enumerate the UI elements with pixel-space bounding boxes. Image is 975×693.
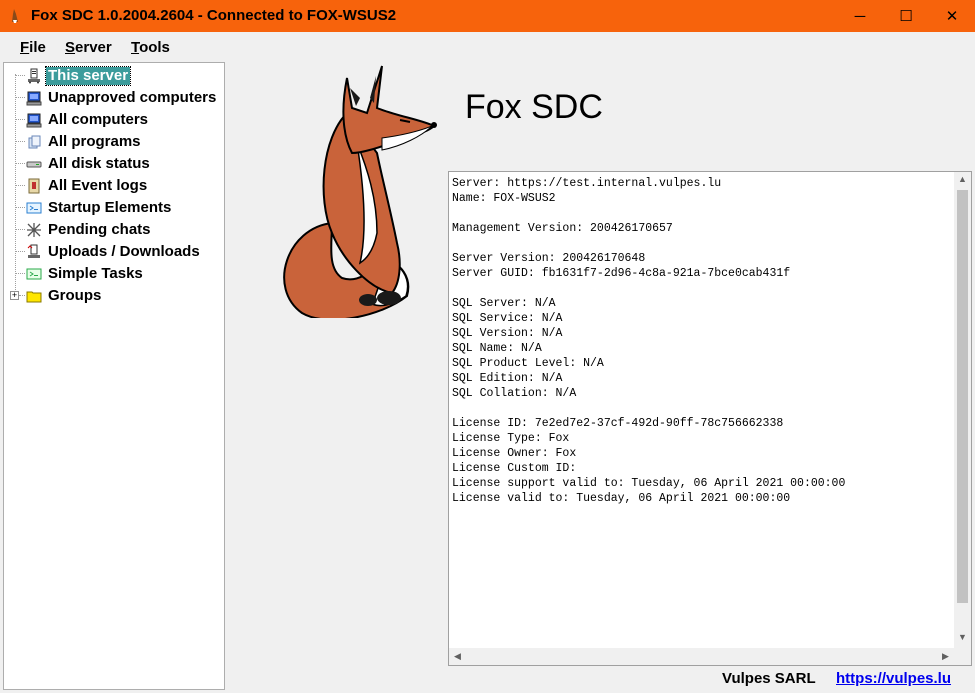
info-line bbox=[452, 281, 845, 296]
tree-item-all-programs[interactable]: All programs bbox=[4, 131, 224, 153]
info-line: Management Version: 200426170657 bbox=[452, 222, 673, 235]
tree-item-groups[interactable]: + Groups bbox=[4, 285, 224, 307]
tree-item-label: Simple Tasks bbox=[48, 265, 143, 282]
menu-tools[interactable]: Tools bbox=[131, 39, 170, 56]
programs-icon bbox=[28, 135, 41, 149]
maximize-icon: ☐ bbox=[899, 8, 913, 25]
info-line: License Owner: Fox bbox=[452, 447, 577, 460]
tree-item-label: This server bbox=[44, 66, 132, 86]
info-line bbox=[452, 401, 845, 416]
tree-item-all-computers[interactable]: All computers bbox=[4, 109, 224, 131]
navigation-tree[interactable]: This server Unapproved computers All com… bbox=[3, 62, 225, 690]
server-info-text: Server: https://test.internal.vulpes.lu N… bbox=[452, 176, 845, 506]
computer-warning-icon bbox=[26, 91, 42, 106]
maximize-button[interactable]: ☐ bbox=[883, 0, 929, 32]
scroll-right-icon[interactable]: ▶ bbox=[937, 651, 954, 662]
computer-icon bbox=[26, 113, 42, 128]
menu-file[interactable]: File bbox=[20, 39, 46, 56]
fox-app-icon bbox=[12, 9, 18, 23]
minimize-icon: ─ bbox=[854, 7, 866, 25]
menu-bar: File Server Tools bbox=[0, 32, 975, 61]
scroll-up-icon[interactable]: ▲ bbox=[954, 174, 971, 184]
tree-item-startup-elements[interactable]: Startup Elements bbox=[4, 197, 224, 219]
info-line bbox=[452, 236, 845, 251]
scrollbar-thumb[interactable] bbox=[957, 190, 968, 603]
website-link[interactable]: https://vulpes.lu bbox=[836, 670, 951, 687]
tree-item-label: All programs bbox=[48, 133, 141, 150]
vertical-scrollbar[interactable]: ▲ ▼ bbox=[954, 172, 971, 648]
info-line: SQL Collation: N/A bbox=[452, 387, 577, 400]
tree-item-label: Pending chats bbox=[48, 221, 151, 238]
tree-item-label: All disk status bbox=[48, 155, 150, 172]
minimize-button[interactable]: ─ bbox=[837, 0, 883, 32]
info-line: SQL Version: N/A bbox=[452, 327, 563, 340]
app-title: Fox SDC bbox=[465, 88, 603, 126]
info-line: SQL Edition: N/A bbox=[452, 372, 563, 385]
fox-logo bbox=[283, 65, 437, 318]
info-line: SQL Server: N/A bbox=[452, 297, 556, 310]
tree-item-label: Groups bbox=[48, 287, 102, 304]
tree-item-this-server[interactable]: This server bbox=[4, 65, 224, 87]
tree-item-pending-chats[interactable]: Pending chats bbox=[4, 219, 224, 241]
tree-item-label: Uploads / Downloads bbox=[48, 243, 200, 260]
server-icon bbox=[28, 68, 40, 84]
close-button[interactable]: ✕ bbox=[929, 0, 975, 32]
info-line: License Custom ID: bbox=[452, 462, 577, 475]
info-line bbox=[452, 206, 845, 221]
scroll-left-icon[interactable]: ◀ bbox=[449, 651, 466, 662]
window-title: Fox SDC 1.0.2004.2604 - Connected to FOX… bbox=[31, 7, 397, 24]
disk-icon bbox=[26, 161, 42, 168]
folder-icon bbox=[26, 291, 42, 303]
transfer-icon bbox=[27, 244, 40, 258]
tasks-icon bbox=[26, 268, 42, 280]
tree-item-all-event-logs[interactable]: All Event logs bbox=[4, 175, 224, 197]
info-line: Name: FOX-WSUS2 bbox=[452, 192, 556, 205]
info-line: License valid to: Tuesday, 06 April 2021… bbox=[452, 492, 791, 505]
info-line: Server: https://test.internal.vulpes.lu bbox=[452, 177, 722, 190]
tree-item-all-disk-status[interactable]: All disk status bbox=[4, 153, 224, 175]
horizontal-scrollbar[interactable]: ◀ ▶ bbox=[449, 648, 954, 665]
scrollbar-corner bbox=[954, 648, 971, 665]
info-line: License Type: Fox bbox=[452, 432, 570, 445]
tree-item-label: All Event logs bbox=[48, 177, 148, 194]
tree-item-label: All computers bbox=[48, 111, 149, 128]
expand-button[interactable]: + bbox=[10, 291, 19, 300]
tree-item-simple-tasks[interactable]: Simple Tasks bbox=[4, 263, 224, 285]
startup-icon bbox=[26, 202, 42, 214]
company-name: Vulpes SARL bbox=[722, 670, 816, 687]
menu-server[interactable]: Server bbox=[65, 39, 112, 56]
tree-item-unapproved-computers[interactable]: Unapproved computers bbox=[4, 87, 224, 109]
tree-item-label: Unapproved computers bbox=[48, 89, 217, 106]
close-icon: ✕ bbox=[945, 8, 959, 25]
scroll-down-icon[interactable]: ▼ bbox=[954, 632, 971, 642]
server-info-textbox[interactable]: Server: https://test.internal.vulpes.lu N… bbox=[448, 171, 972, 666]
info-line: Server Version: 200426170648 bbox=[452, 252, 646, 265]
event-log-icon bbox=[28, 178, 40, 194]
info-line: SQL Product Level: N/A bbox=[452, 357, 604, 370]
info-line: Server GUID: fb1631f7-2d96-4c8a-921a-7bc… bbox=[452, 267, 791, 280]
info-line: SQL Service: N/A bbox=[452, 312, 563, 325]
info-line: License support valid to: Tuesday, 06 Ap… bbox=[452, 477, 846, 490]
info-line: SQL Name: N/A bbox=[452, 342, 542, 355]
title-bar: Fox SDC 1.0.2004.2604 - Connected to FOX… bbox=[0, 0, 975, 32]
tree-item-uploads-downloads[interactable]: Uploads / Downloads bbox=[4, 241, 224, 263]
tree-item-label: Startup Elements bbox=[48, 199, 172, 216]
info-line: License ID: 7e2ed7e2-37cf-492d-90ff-78c7… bbox=[452, 417, 784, 430]
chat-icon bbox=[27, 223, 41, 237]
